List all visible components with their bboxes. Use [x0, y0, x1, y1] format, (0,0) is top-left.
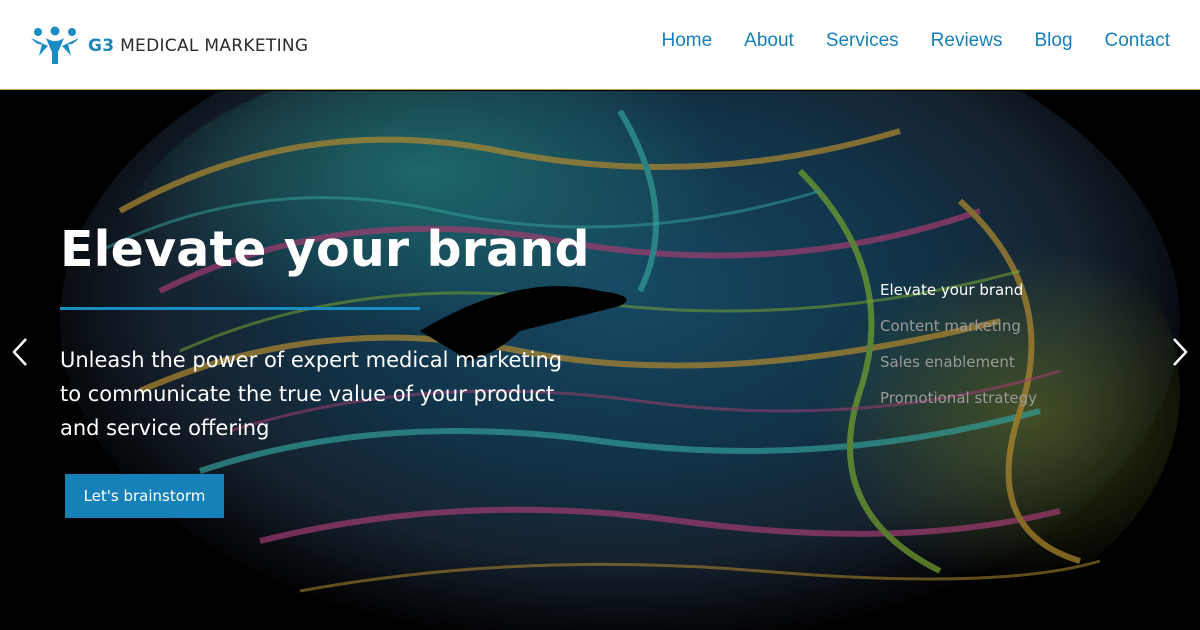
brand-name-rest: MEDICAL MARKETING	[114, 36, 309, 56]
slide-nav-item-sales[interactable]: Sales enablement	[880, 353, 1037, 389]
brand-name-prefix: G3	[88, 36, 115, 56]
hero-subtitle: Unleash the power of expert medical mark…	[60, 348, 563, 440]
nav-contact[interactable]: Contact	[1105, 30, 1170, 52]
site-header: G3 MEDICAL MARKETING Home About Services…	[0, 0, 1200, 90]
people-group-icon	[31, 26, 79, 64]
hero-title: Elevate your brand	[60, 221, 590, 278]
chevron-left-icon	[12, 338, 27, 366]
nav-blog[interactable]: Blog	[1034, 30, 1072, 52]
nav-about[interactable]: About	[744, 30, 794, 52]
nav-services[interactable]: Services	[826, 30, 899, 52]
slide-nav-item-content[interactable]: Content marketing	[880, 317, 1037, 353]
lets-brainstorm-button[interactable]: Let's brainstorm	[65, 474, 224, 518]
carousel-prev-button[interactable]	[8, 336, 32, 368]
hero-divider	[60, 307, 420, 310]
brand-name: G3 MEDICAL MARKETING	[88, 36, 308, 56]
nav-reviews[interactable]: Reviews	[931, 30, 1003, 52]
site-logo[interactable]: G3 MEDICAL MARKETING	[30, 26, 308, 66]
chevron-right-icon	[1173, 338, 1188, 366]
slide-nav-item-promotional[interactable]: Promotional strategy	[880, 389, 1037, 425]
carousel-next-button[interactable]	[1168, 336, 1192, 368]
nav-home[interactable]: Home	[661, 30, 712, 52]
slide-nav: Elevate your brand Content marketing Sal…	[880, 281, 1037, 425]
main-nav: Home About Services Reviews Blog Contact	[661, 30, 1170, 52]
slide-nav-item-elevate[interactable]: Elevate your brand	[880, 281, 1037, 317]
hero-carousel: Elevate your brand Unleash the power of …	[0, 91, 1200, 630]
